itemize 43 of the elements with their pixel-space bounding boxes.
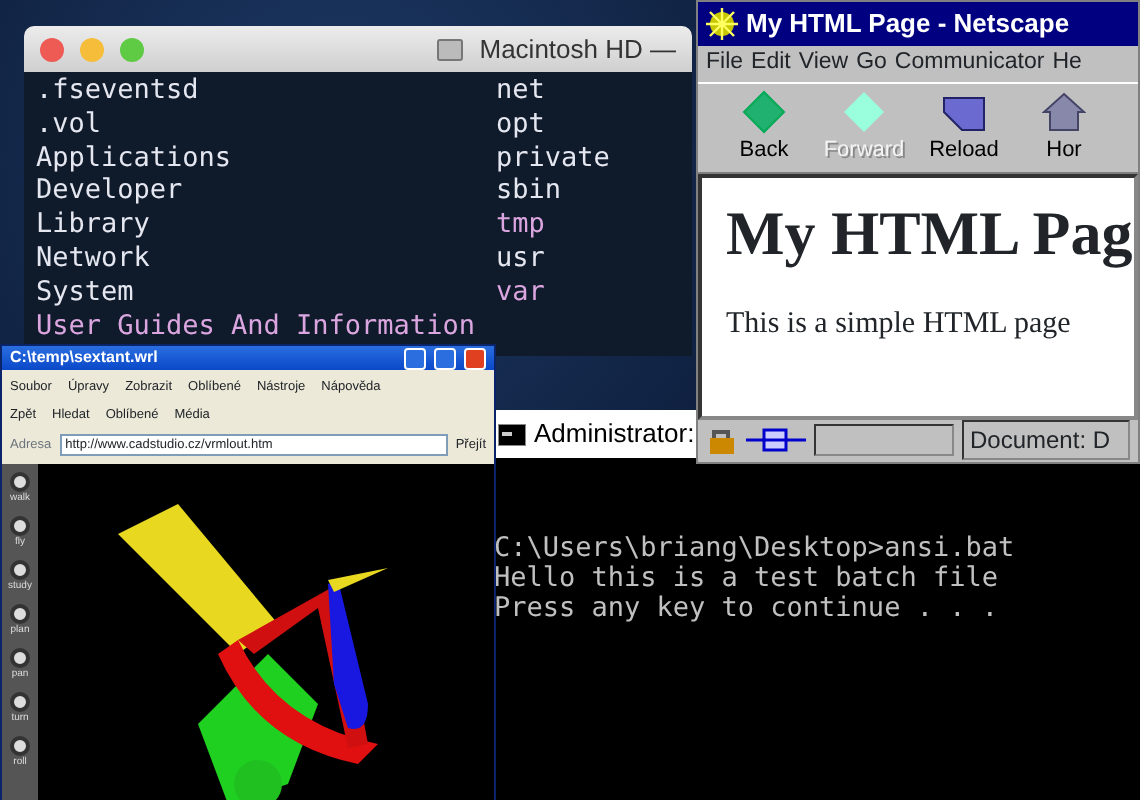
file-name: .fseventsd [36, 74, 201, 108]
menu-item[interactable]: Edit [751, 46, 791, 82]
toolbar-button[interactable]: Hor [1014, 89, 1114, 167]
window-title: My HTML Page - Netscape [746, 6, 1070, 43]
page-heading: My HTML Pag [726, 196, 1133, 272]
close-button[interactable] [40, 37, 64, 61]
file-name: net [496, 74, 547, 108]
menu-item[interactable]: He [1052, 46, 1082, 82]
minimize-button[interactable] [404, 347, 426, 369]
maximize-button[interactable] [434, 347, 456, 369]
file-name: usr [496, 241, 547, 276]
page-paragraph: This is a simple HTML page [726, 306, 1073, 345]
console-line: Press any key to continue . . . [494, 594, 1000, 624]
file-name: Network [36, 241, 152, 276]
status-panel [814, 424, 954, 456]
file-name: User Guides And Information [36, 309, 477, 343]
menu-item[interactable]: Go [856, 46, 887, 82]
file-name: private [496, 141, 610, 175]
lock-icon [706, 426, 738, 454]
close-button[interactable] [464, 347, 486, 369]
window-title: Administrator: [534, 416, 695, 453]
status-text: Document: D [962, 420, 1130, 460]
console-icon [498, 423, 526, 445]
console-line: C:\Users\briang\Desktop>ansi.bat [494, 534, 1017, 564]
menu-item[interactable]: Communicator [894, 46, 1045, 82]
file-name: Applications [36, 141, 234, 175]
file-name: tmp [496, 208, 547, 242]
file-name: System [36, 275, 136, 310]
menu-item[interactable]: View [798, 46, 849, 82]
window-title: C:\temp\sextant.wrl [10, 346, 160, 370]
console-line: Hello this is a test batch file [494, 564, 1000, 594]
window-title: Macintosh HD — [479, 31, 676, 68]
file-name: opt [496, 107, 547, 142]
plug-icon [746, 428, 806, 452]
toolbar-button[interactable]: Reload [914, 89, 1014, 167]
file-name: Library [36, 208, 152, 242]
file-name: .vol [36, 107, 104, 142]
home-icon [1042, 89, 1086, 134]
file-name: Developer [36, 174, 185, 209]
file-name: sbin [496, 174, 564, 209]
menu-item[interactable]: File [706, 46, 744, 82]
toolbar-button[interactable]: Back [714, 89, 814, 167]
file-name: var [496, 275, 547, 310]
